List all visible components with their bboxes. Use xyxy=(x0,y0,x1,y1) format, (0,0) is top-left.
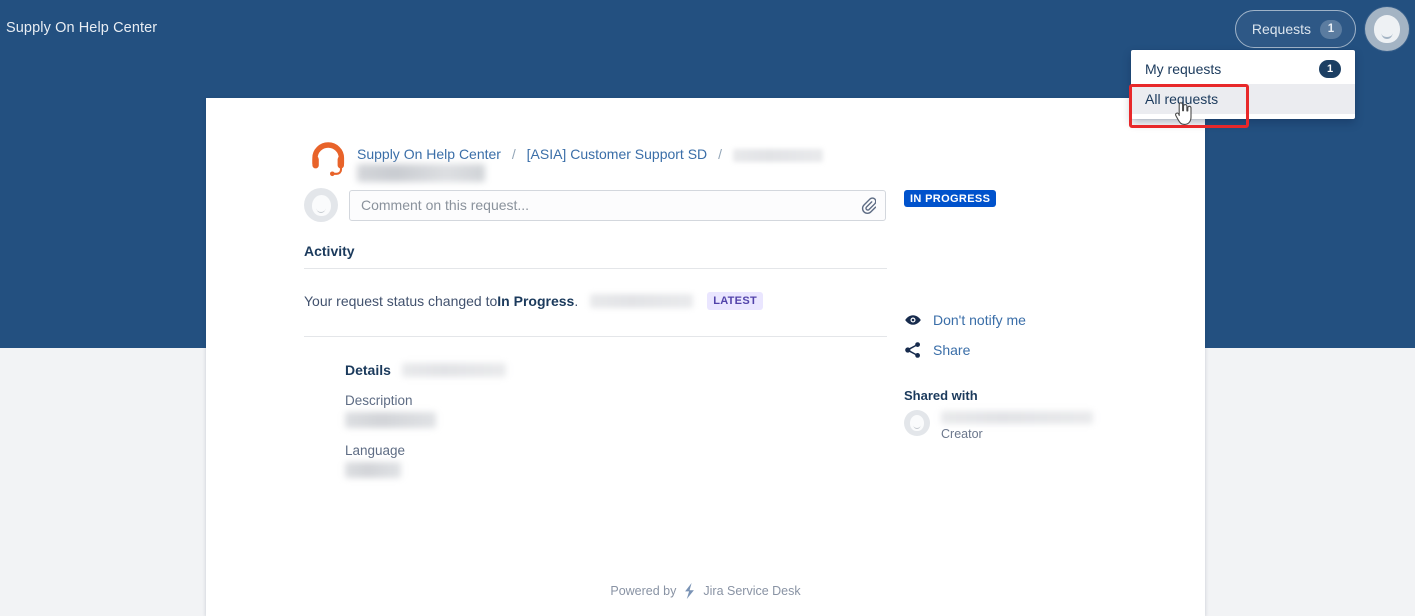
breadcrumb-item-service-desk[interactable]: [ASIA] Customer Support SD xyxy=(527,146,708,162)
person-icon xyxy=(910,415,924,431)
request-title xyxy=(357,164,485,182)
menu-item-all-requests[interactable]: All requests xyxy=(1131,84,1355,114)
requests-count-badge: 1 xyxy=(1320,19,1342,39)
comment-input[interactable]: Comment on this request... xyxy=(349,189,886,221)
shared-person-text: Creator xyxy=(941,410,1093,441)
shared-person-email-redacted xyxy=(941,411,1093,424)
eye-icon xyxy=(905,315,921,325)
divider-2 xyxy=(304,336,887,337)
details-heading: Details xyxy=(345,362,391,378)
site-title: Supply On Help Center xyxy=(6,20,158,36)
activity-entry-suffix: . xyxy=(574,293,579,309)
field-label-language: Language xyxy=(345,443,406,458)
field-label-description: Description xyxy=(345,393,413,408)
requests-dropdown-menu: My requests 1 All requests xyxy=(1131,50,1355,119)
notify-toggle-label: Don't notify me xyxy=(933,312,1026,328)
breadcrumb-item-request-key-redacted[interactable] xyxy=(732,148,823,162)
headset-logo-icon xyxy=(312,142,345,177)
breadcrumb-separator-2: / xyxy=(718,146,722,162)
field-value-description-redacted xyxy=(345,412,436,428)
breadcrumb-item-portal[interactable]: Supply On Help Center xyxy=(357,146,501,162)
share-button-label: Share xyxy=(933,342,971,358)
jira-service-desk-icon xyxy=(685,583,695,599)
menu-item-my-requests[interactable]: My requests 1 xyxy=(1131,54,1355,84)
help-center-page: Supply On Help Center Requests 1 My requ… xyxy=(0,0,1415,616)
activity-entry-status: In Progress xyxy=(497,293,575,309)
activity-heading: Activity xyxy=(304,243,355,259)
footer: Powered by Jira Service Desk xyxy=(206,583,1205,599)
my-requests-count-badge: 1 xyxy=(1319,60,1341,78)
request-title-redacted xyxy=(357,164,485,182)
request-detail-card: Supply On Help Center / [ASIA] Customer … xyxy=(206,98,1205,616)
footer-product-name: Jira Service Desk xyxy=(703,584,801,598)
footer-powered-by: Powered by xyxy=(610,584,677,598)
shared-with-person: Creator xyxy=(904,410,1093,441)
requests-button-label: Requests xyxy=(1251,21,1311,37)
person-icon xyxy=(311,194,331,216)
menu-item-all-requests-label: All requests xyxy=(1145,91,1219,107)
activity-entry: Your request status changed to In Progre… xyxy=(304,292,763,310)
shared-person-avatar xyxy=(904,410,930,436)
activity-timestamp-redacted xyxy=(590,294,694,308)
requests-button[interactable]: Requests 1 xyxy=(1234,10,1356,48)
latest-badge: LATEST xyxy=(707,292,763,310)
share-button[interactable]: Share xyxy=(904,341,970,359)
profile-avatar[interactable] xyxy=(1365,7,1409,51)
status-badge: IN PROGRESS xyxy=(904,190,997,207)
menu-item-my-requests-label: My requests xyxy=(1145,61,1222,77)
shared-with-heading: Shared with xyxy=(904,388,978,403)
field-value-language-redacted xyxy=(345,462,401,478)
divider xyxy=(304,268,887,269)
activity-entry-prefix: Your request status changed to xyxy=(304,293,498,309)
breadcrumb-separator: / xyxy=(511,146,516,162)
comment-avatar xyxy=(304,188,338,222)
notify-toggle[interactable]: Don't notify me xyxy=(904,311,1026,329)
details-heading-row: Details xyxy=(345,362,506,378)
person-icon xyxy=(1374,15,1400,43)
paperclip-icon[interactable] xyxy=(861,196,876,214)
comment-input-placeholder: Comment on this request... xyxy=(361,197,530,213)
shared-person-role: Creator xyxy=(941,427,983,441)
comment-row: Comment on this request... xyxy=(304,188,886,222)
details-meta-redacted xyxy=(401,363,506,377)
share-icon xyxy=(905,342,920,358)
